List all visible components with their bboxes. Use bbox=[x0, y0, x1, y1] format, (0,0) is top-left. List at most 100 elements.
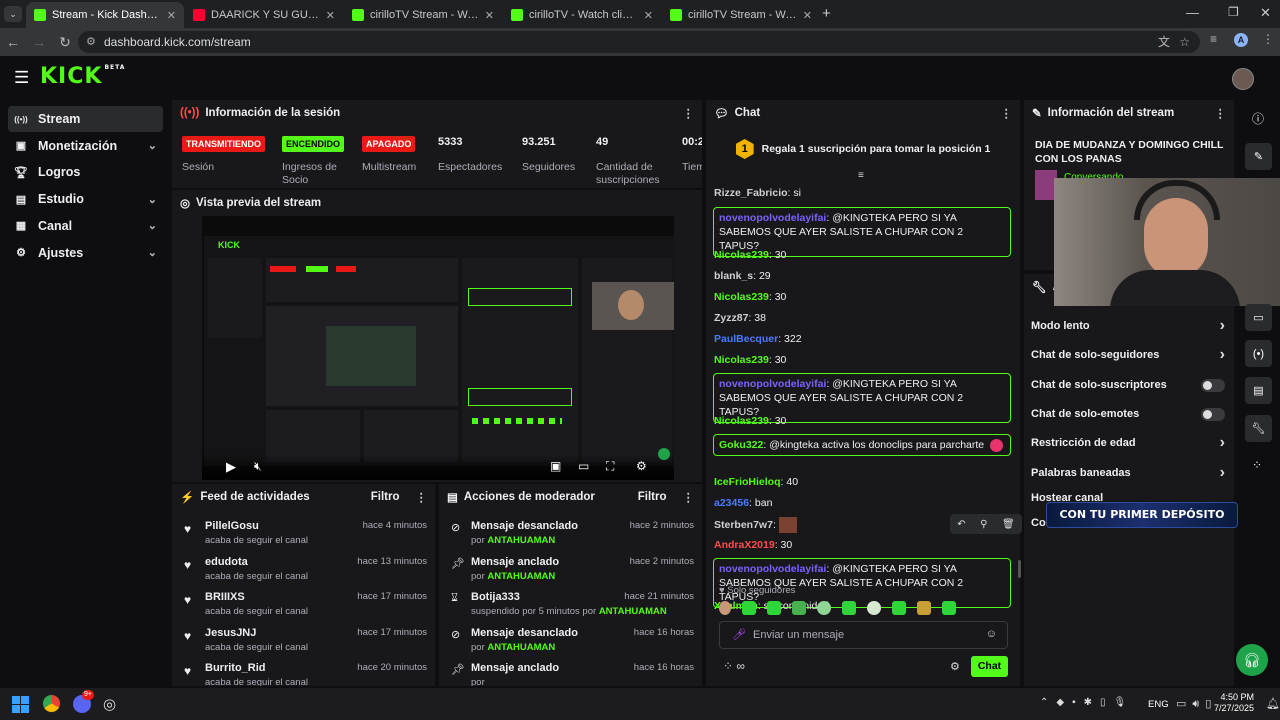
notifications-icon[interactable]: 🔔︎ bbox=[1266, 697, 1280, 710]
pin-message-icon[interactable]: ⚲ bbox=[980, 519, 987, 530]
emote-1[interactable] bbox=[742, 601, 756, 615]
mute-icon[interactable]: 🔇︎ bbox=[254, 459, 262, 474]
chat-settings-icon[interactable]: ⚙ bbox=[950, 660, 960, 673]
emote-4[interactable] bbox=[817, 601, 831, 615]
sidebar-item-4[interactable]: ▦ Canal ⌄ bbox=[8, 213, 163, 239]
chat-message[interactable]: Nicolas239: 30 bbox=[714, 414, 1010, 428]
feed-username[interactable]: BRIIIXS bbox=[205, 591, 308, 603]
chat-message[interactable]: Nicolas239: 30 bbox=[714, 248, 1010, 262]
chat-setting[interactable]: Restricción de edad › bbox=[1031, 434, 1225, 451]
chat-username[interactable]: novenopolvodelayifai bbox=[719, 378, 826, 390]
feed-filter-button[interactable]: Filtro bbox=[371, 491, 400, 503]
emote-8[interactable] bbox=[917, 601, 931, 615]
feed-username[interactable]: edudota bbox=[205, 556, 308, 568]
sidebar-item-2[interactable]: 🏆︎ Logros bbox=[8, 159, 163, 185]
chat-setting[interactable]: Chat de solo-seguidores › bbox=[1031, 346, 1225, 363]
close-window-icon[interactable]: ✕ bbox=[1260, 5, 1271, 21]
clock[interactable]: 4:50 PM 7/27/2025 bbox=[1214, 692, 1254, 714]
browser-tab[interactable]: DAARICK Y SU GUSTO POR LAS ✕ bbox=[185, 2, 343, 28]
chat-tools-icon[interactable]: ⁘ ∞ bbox=[723, 659, 745, 673]
support-headset-icon[interactable]: 🎧︎ bbox=[1236, 644, 1268, 676]
forward-icon[interactable]: → bbox=[26, 34, 52, 50]
chat-message[interactable]: PaulBecquer: 322 bbox=[714, 332, 1010, 346]
bookmark-star-icon[interactable]: ☆ bbox=[1179, 31, 1190, 53]
chrome-icon[interactable] bbox=[42, 694, 61, 713]
chat-setting[interactable]: Chat de solo-suscriptores bbox=[1031, 377, 1225, 393]
obs-icon[interactable]: ◎ bbox=[103, 695, 116, 713]
browser-tab[interactable]: cirilloTV Stream - Watch Live on ✕ bbox=[662, 2, 820, 28]
toggle-switch[interactable] bbox=[1201, 378, 1225, 392]
site-info-icon[interactable]: ⚙ bbox=[86, 31, 96, 53]
chat-username[interactable]: Sterben7w7 bbox=[714, 519, 773, 531]
chat-setting[interactable]: Modo lento › bbox=[1031, 317, 1225, 334]
user-avatar[interactable] bbox=[1232, 68, 1254, 90]
miniplayer-icon[interactable]: ▣ bbox=[550, 459, 561, 473]
browser-tab[interactable]: cirilloTV - Watch clips on Kick ✕ bbox=[503, 2, 661, 28]
chat-scrollbar[interactable] bbox=[1018, 560, 1021, 578]
chat-message[interactable]: Zyzz87: 38 bbox=[714, 311, 1010, 325]
maximize-icon[interactable]: ❐ bbox=[1228, 5, 1239, 19]
sidebar-item-0[interactable]: ((•)) Stream bbox=[8, 106, 163, 132]
chat-message[interactable]: Goku322: @kingteka activa los donoclips … bbox=[713, 434, 1011, 456]
layout-icon[interactable]: ▤ bbox=[1245, 377, 1272, 404]
profile-avatar[interactable]: A bbox=[1234, 33, 1248, 47]
chat-setting[interactable]: Chat de solo-emotes bbox=[1031, 406, 1225, 422]
theater-icon[interactable]: ▭ bbox=[578, 459, 589, 473]
sidebar-item-3[interactable]: ▤ Estudio ⌄ bbox=[8, 186, 163, 212]
edit-icon[interactable]: ✎ bbox=[1245, 143, 1272, 170]
chat-username[interactable]: IceFrioHieloq bbox=[714, 476, 781, 488]
feed-username[interactable]: JesusJNJ bbox=[205, 627, 308, 639]
feed-username[interactable]: PillelGosu bbox=[205, 520, 308, 532]
settings-icon[interactable]: ⚙ bbox=[636, 459, 647, 473]
chat-username[interactable]: PaulBecquer bbox=[714, 333, 778, 345]
chat-message[interactable]: Rizze_Fabricio: si bbox=[714, 186, 1010, 200]
chat-message[interactable]: blank_s: 29 bbox=[714, 269, 1010, 283]
chat-username[interactable]: AndraX2019 bbox=[714, 539, 775, 551]
chat-username[interactable]: Nicolas239 bbox=[714, 415, 769, 427]
play-icon[interactable]: ▶ bbox=[226, 459, 236, 475]
chat-send-button[interactable]: Chat bbox=[971, 656, 1008, 677]
reply-icon[interactable]: ↶ bbox=[957, 519, 965, 530]
stream-info-more-icon[interactable]: ⋮ bbox=[1215, 106, 1227, 120]
mod-filter-button[interactable]: Filtro bbox=[638, 491, 667, 503]
close-tab-icon[interactable]: ✕ bbox=[803, 9, 812, 22]
expand-chevron-icon[interactable]: ≡ bbox=[858, 170, 864, 181]
broadcast-toggle-icon[interactable]: (•) bbox=[1245, 340, 1272, 367]
chat-input[interactable]: 🎤︎ Enviar un mensaje ☺ bbox=[719, 621, 1008, 649]
chat-more-icon[interactable]: ⋮ bbox=[1001, 106, 1013, 120]
reading-list-icon[interactable]: ≡ bbox=[1210, 32, 1217, 46]
chat-message[interactable]: AndraX2019: 30 bbox=[714, 538, 1010, 552]
chat-message[interactable]: a23456: ban bbox=[714, 496, 1010, 510]
close-tab-icon[interactable]: ✕ bbox=[167, 9, 176, 22]
emote-9[interactable] bbox=[942, 601, 956, 615]
translate-icon[interactable]: 文 bbox=[1158, 31, 1170, 53]
chat-username[interactable]: Zyzz87 bbox=[714, 312, 748, 324]
mod-username[interactable]: ANTAHUAMAN bbox=[487, 642, 555, 653]
chat-toggle-icon[interactable]: ▭ bbox=[1245, 304, 1272, 331]
kick-logo[interactable]: KICK BETA bbox=[40, 64, 125, 89]
emote-5[interactable] bbox=[842, 601, 856, 615]
close-tab-icon[interactable]: ✕ bbox=[644, 9, 653, 22]
chat-username[interactable]: Nicolas239 bbox=[714, 249, 769, 261]
chat-message[interactable]: Nicolas239: 30 bbox=[714, 353, 1010, 367]
fullscreen-icon[interactable]: ⛶ bbox=[606, 459, 614, 474]
hamburger-menu-icon[interactable]: ☰ bbox=[14, 68, 29, 88]
reload-icon[interactable]: ↻ bbox=[52, 34, 78, 51]
emote-2[interactable] bbox=[767, 601, 781, 615]
mod-username[interactable]: ANTAHUAMAN bbox=[487, 571, 555, 582]
browser-tab[interactable]: cirilloTV Stream - Watch Live on ✕ bbox=[344, 2, 502, 28]
chat-username[interactable]: Goku322 bbox=[719, 439, 763, 451]
chat-setting[interactable]: Palabras baneadas › bbox=[1031, 464, 1225, 481]
close-tab-icon[interactable]: ✕ bbox=[326, 9, 335, 22]
info-icon[interactable]: ⓘ bbox=[1252, 110, 1264, 127]
chat-username[interactable]: novenopolvodelayifai bbox=[719, 212, 826, 224]
mic-icon[interactable]: 🎤︎ bbox=[732, 628, 746, 641]
browser-tab[interactable]: Stream - Kick Dashboard ✕ bbox=[26, 2, 184, 28]
feed-more-icon[interactable]: ⋮ bbox=[416, 490, 428, 504]
chat-username[interactable]: Rizze_Fabricio bbox=[714, 187, 788, 199]
emoji-icon[interactable]: ☺ bbox=[986, 628, 997, 640]
emote-3[interactable] bbox=[792, 601, 806, 615]
feed-username[interactable]: Burrito_Rid bbox=[205, 662, 308, 674]
emote-6[interactable] bbox=[867, 601, 881, 615]
windows-start-icon[interactable] bbox=[12, 696, 29, 713]
